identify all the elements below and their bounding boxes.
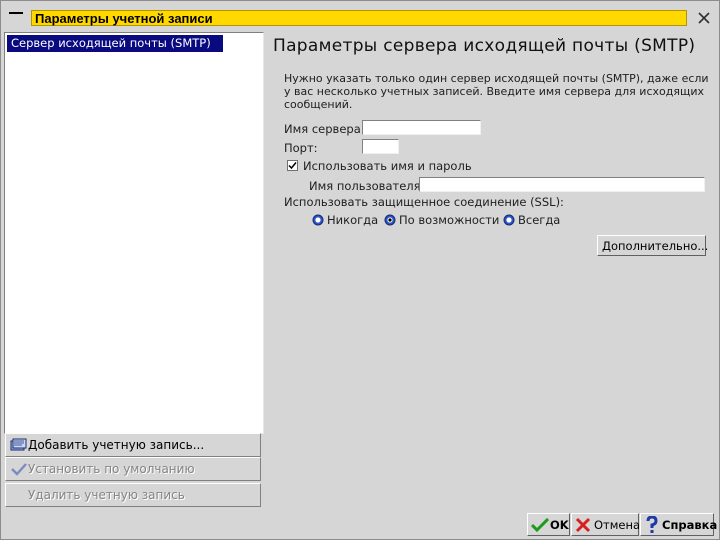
cancel-x-icon <box>575 517 591 533</box>
add-account-label: Добавить учетную запись... <box>28 438 205 452</box>
advanced-label: Дополнительно... <box>602 239 709 253</box>
smtp-description: Нужно указать только один сервер исходящ… <box>284 72 709 111</box>
username-input[interactable] <box>419 177 705 192</box>
ok-check-icon <box>531 518 549 532</box>
window-title: Параметры учетной записи <box>31 10 687 26</box>
ssl-label: Использовать защищенное соединение (SSL)… <box>284 195 564 209</box>
advanced-button[interactable]: Дополнительно... <box>597 235 709 256</box>
cancel-button[interactable]: Отмена <box>571 513 641 536</box>
checkmark-icon <box>11 463 27 476</box>
checkbox-check-icon <box>288 162 297 170</box>
ssl-never-radio[interactable] <box>312 214 324 226</box>
add-account-icon <box>10 438 27 451</box>
delete-account-button[interactable]: Удалить учетную запись <box>5 483 261 507</box>
ssl-never-label[interactable]: Никогда <box>327 213 378 227</box>
account-settings-window: Параметры учетной записи Сервер исходяще… <box>0 0 720 540</box>
ssl-if-possible-label[interactable]: По возможности <box>399 213 499 227</box>
ok-button[interactable]: OK <box>527 513 570 536</box>
set-default-label: Установить по умолчанию <box>28 462 195 476</box>
page-title: Параметры сервера исходящей почты (SMTP) <box>273 36 696 56</box>
close-icon[interactable] <box>695 9 713 27</box>
username-label: Имя пользователя: <box>309 179 425 193</box>
title-bar: Параметры учетной записи <box>1 1 719 27</box>
account-list-item-smtp[interactable]: Сервер исходящей почты (SMTP) <box>7 35 223 52</box>
delete-account-label: Удалить учетную запись <box>28 488 185 502</box>
add-account-button[interactable]: Добавить учетную запись... <box>5 433 261 457</box>
server-input[interactable] <box>362 120 481 135</box>
port-label: Порт: <box>284 141 318 155</box>
ssl-always-radio[interactable] <box>503 214 515 226</box>
port-input[interactable] <box>362 139 399 154</box>
use-auth-label: Использовать имя и пароль <box>303 159 472 173</box>
cancel-label: Отмена <box>594 518 641 532</box>
window-menu-icon[interactable] <box>9 12 23 14</box>
help-question-icon <box>646 516 658 533</box>
help-label: Справка <box>662 518 718 532</box>
ok-label: OK <box>550 518 569 532</box>
ssl-always-label[interactable]: Всегда <box>518 213 560 227</box>
account-list[interactable]: Сервер исходящей почты (SMTP) <box>4 32 264 434</box>
server-label: Имя сервера: <box>284 122 365 136</box>
use-auth-checkbox[interactable] <box>287 160 298 171</box>
ssl-if-possible-radio[interactable] <box>384 214 396 226</box>
help-button[interactable]: Справка <box>640 513 718 536</box>
set-default-button[interactable]: Установить по умолчанию <box>5 457 261 481</box>
